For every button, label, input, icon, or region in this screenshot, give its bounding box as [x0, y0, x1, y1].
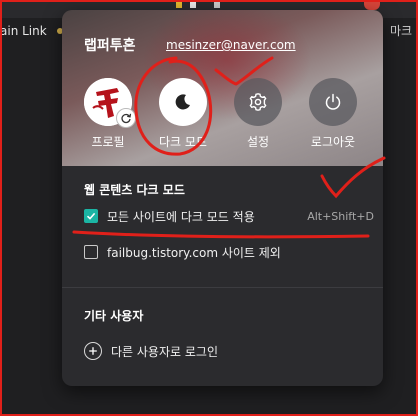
screenshot-border: [0, 0, 418, 416]
